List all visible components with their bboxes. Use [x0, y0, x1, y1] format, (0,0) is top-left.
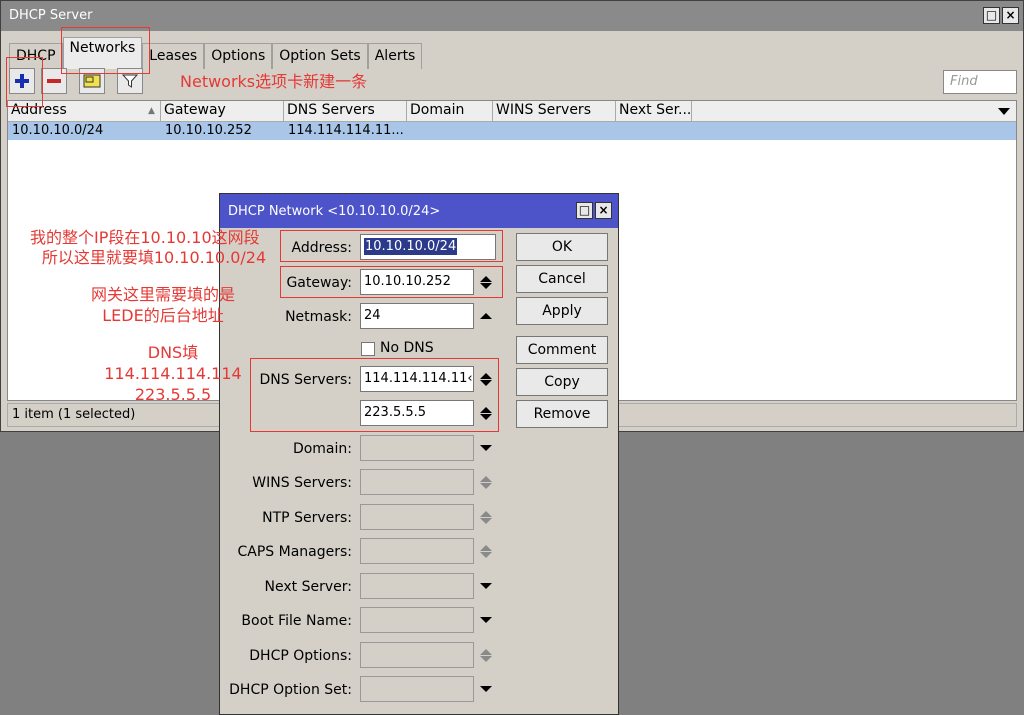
- column-domain[interactable]: Domain: [407, 101, 493, 122]
- filter-icon: [122, 74, 138, 88]
- remove-button[interactable]: Remove: [516, 400, 608, 428]
- netmask-up-icon[interactable]: [478, 303, 494, 329]
- wins-label: WINS Servers:: [252, 475, 352, 491]
- ok-button[interactable]: OK: [516, 233, 608, 261]
- boot-file-dropdown-icon[interactable]: [478, 607, 494, 633]
- dhcp-option-set-label: DHCP Option Set:: [229, 682, 352, 698]
- table-header: Address ▲ Gateway DNS Servers Domain WIN…: [8, 101, 1016, 122]
- note-icon: [83, 74, 101, 88]
- columns-dropdown-icon[interactable]: [998, 108, 1010, 115]
- netmask-input[interactable]: 24: [360, 303, 474, 329]
- cell-gateway: 10.10.10.252: [165, 123, 252, 138]
- column-next-server[interactable]: Next Ser...: [616, 101, 692, 122]
- column-gateway[interactable]: Gateway: [161, 101, 284, 122]
- window-titlebar: DHCP Server □ ×: [1, 1, 1023, 31]
- next-server-dropdown-icon[interactable]: [478, 573, 494, 599]
- annotation-gw-line1: 网关这里需要填的是: [90, 285, 235, 304]
- add-button-highlight: [6, 57, 43, 107]
- networks-tab-highlight: [61, 27, 150, 74]
- address-highlight: [280, 230, 503, 262]
- tab-options[interactable]: Options: [204, 43, 273, 69]
- boot-file-label: Boot File Name:: [241, 613, 352, 629]
- domain-dropdown-icon[interactable]: [478, 435, 494, 461]
- annotation-dns-line1: DNS填: [147, 343, 199, 362]
- dhcp-options-input[interactable]: [360, 642, 474, 668]
- dialog-maximize-button[interactable]: □: [576, 202, 593, 219]
- column-dns-servers[interactable]: DNS Servers: [284, 101, 407, 122]
- sort-asc-icon: ▲: [148, 106, 155, 116]
- tab-leases[interactable]: Leases: [142, 43, 205, 69]
- domain-label: Domain:: [292, 441, 352, 457]
- annotation-ip-line1: 我的整个IP段在10.10.10这网段: [30, 228, 260, 247]
- annotation-dns-line2: 114.114.114.114: [104, 364, 242, 383]
- dns-highlight: [250, 358, 499, 432]
- copy-button[interactable]: Copy: [516, 368, 608, 396]
- domain-input[interactable]: [360, 435, 474, 461]
- annotation-ip-line2: 所以这里就要填10.10.10.0/24: [41, 248, 267, 267]
- dhcp-option-set-dropdown-icon[interactable]: [478, 676, 494, 702]
- table-row[interactable]: 10.10.10.0/24 10.10.10.252 114.114.114.1…: [8, 122, 1016, 140]
- toolbar: Find: [9, 68, 1017, 96]
- next-server-input[interactable]: [360, 573, 474, 599]
- apply-button[interactable]: Apply: [516, 297, 608, 325]
- cancel-button[interactable]: Cancel: [516, 265, 608, 293]
- dialog-titlebar: DHCP Network <10.10.10.0/24> □ ×: [220, 194, 618, 228]
- dialog-title: DHCP Network <10.10.10.0/24>: [228, 204, 441, 219]
- close-button[interactable]: ×: [1002, 7, 1019, 24]
- comment-button[interactable]: Comment: [516, 336, 608, 364]
- cell-dns: 114.114.114.11...: [288, 123, 404, 138]
- column-wins-servers[interactable]: WINS Servers: [493, 101, 616, 122]
- ntp-label: NTP Servers:: [262, 510, 352, 526]
- annotation-networks-tab: Networks选项卡新建一条: [180, 72, 368, 91]
- cell-address: 10.10.10.0/24: [12, 123, 104, 138]
- next-server-label: Next Server:: [264, 579, 352, 595]
- tab-option-sets[interactable]: Option Sets: [272, 43, 368, 69]
- dialog-close-button[interactable]: ×: [595, 202, 612, 219]
- dhcp-option-set-input[interactable]: [360, 676, 474, 702]
- dhcp-options-label: DHCP Options:: [249, 648, 352, 664]
- annotation-dns-line3: 223.5.5.5: [134, 385, 212, 404]
- find-input[interactable]: Find: [943, 70, 1017, 94]
- wins-input[interactable]: [360, 469, 474, 495]
- caps-input[interactable]: [360, 538, 474, 564]
- ntp-spinner-icon[interactable]: [478, 504, 494, 530]
- annotation-gw-line2: LEDE的后台地址: [102, 306, 224, 325]
- wins-spinner-icon[interactable]: [478, 469, 494, 495]
- boot-file-input[interactable]: [360, 607, 474, 633]
- no-dns-checkbox[interactable]: [361, 342, 375, 356]
- gateway-highlight: [280, 266, 503, 298]
- no-dns-label: No DNS: [380, 340, 434, 356]
- maximize-button[interactable]: □: [983, 7, 1000, 24]
- caps-label: CAPS Managers:: [237, 544, 352, 560]
- window-title: DHCP Server: [9, 8, 93, 23]
- caps-spinner-icon[interactable]: [478, 538, 494, 564]
- tab-alerts[interactable]: Alerts: [367, 43, 423, 69]
- dhcp-options-spinner-icon[interactable]: [478, 642, 494, 668]
- ntp-input[interactable]: [360, 504, 474, 530]
- minus-icon: [47, 79, 61, 83]
